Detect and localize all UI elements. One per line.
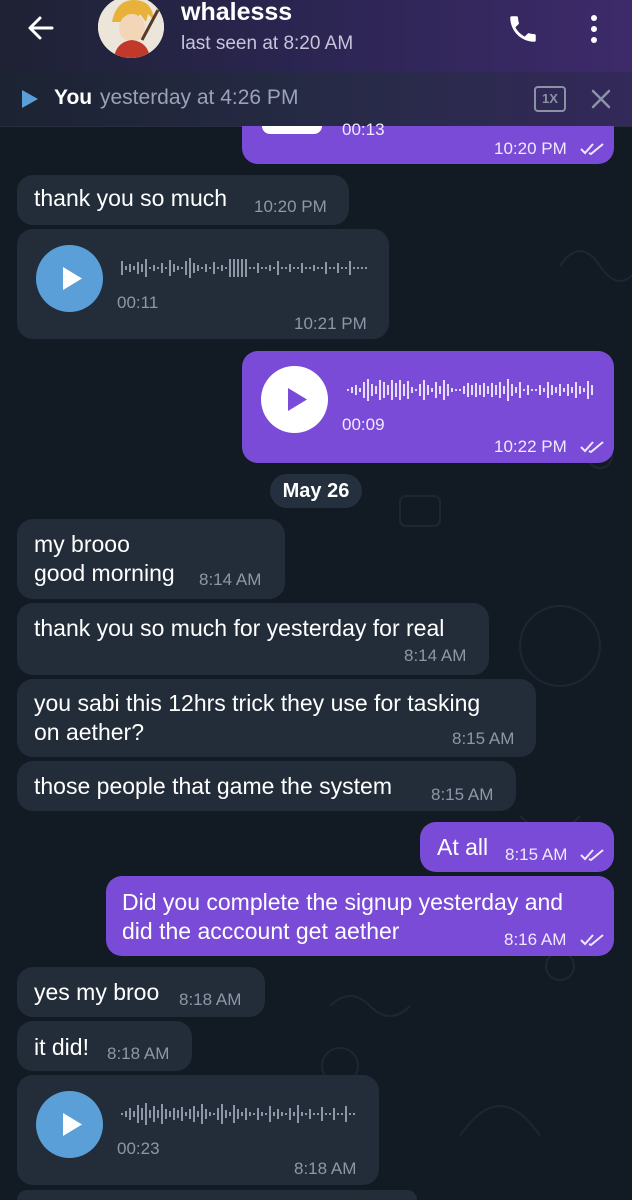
message-text: my brooo xyxy=(34,531,130,557)
date-separator: May 26 xyxy=(270,474,362,508)
message-text: on aether? xyxy=(34,719,144,745)
message-text: those people that game the system xyxy=(34,773,392,799)
voice-duration: 00:13 xyxy=(342,120,385,139)
voice-duration: 00:11 xyxy=(117,293,159,312)
read-checkmarks-icon xyxy=(580,848,606,867)
voice-waveform xyxy=(121,1103,355,1125)
audio-timestamp: yesterday at 4:26 PM xyxy=(100,86,299,109)
phone-icon[interactable] xyxy=(506,12,540,46)
voice-duration: 00:23 xyxy=(117,1139,160,1158)
message-time: 8:14 AM xyxy=(404,646,467,665)
voice-play-button[interactable] xyxy=(36,1091,103,1158)
voice-play-button[interactable] xyxy=(262,126,322,134)
message-time: 8:18 AM xyxy=(107,1044,170,1063)
voice-waveform xyxy=(347,379,593,401)
audio-author: You xyxy=(54,86,93,109)
message-time: 8:15 AM xyxy=(452,729,515,748)
read-checkmarks-icon xyxy=(580,142,606,161)
read-checkmarks-icon xyxy=(580,933,606,952)
last-seen-status: last seen at 8:20 AM xyxy=(181,33,354,54)
message-text: good morning xyxy=(34,560,175,586)
incoming-message[interactable] xyxy=(17,1190,417,1200)
voice-play-button[interactable] xyxy=(261,366,328,433)
message-time: 10:20 PM xyxy=(254,197,327,216)
message-time: 8:16 AM xyxy=(504,930,567,949)
message-text: thank you so much xyxy=(34,185,228,211)
message-text: you sabi this 12hrs trick they use for t… xyxy=(34,690,481,716)
message-time: 10:22 PM xyxy=(494,437,567,456)
message-time: 8:14 AM xyxy=(199,570,262,589)
voice-duration: 00:09 xyxy=(342,415,385,434)
back-arrow-icon[interactable] xyxy=(22,12,62,44)
play-icon[interactable] xyxy=(20,88,40,110)
close-icon[interactable] xyxy=(590,88,612,110)
message-text: At all xyxy=(437,834,489,860)
more-vertical-icon[interactable] xyxy=(582,12,606,46)
message-text: Did you complete the signup yesterday an… xyxy=(122,889,564,915)
message-time: 8:18 AM xyxy=(294,1159,357,1178)
message-text: it did! xyxy=(34,1034,89,1060)
message-text: thank you so much for yesterday for real xyxy=(34,615,445,641)
read-checkmarks-icon xyxy=(580,440,606,459)
message-text: did the acccount get aether xyxy=(122,918,400,944)
message-time: 8:15 AM xyxy=(505,845,568,864)
voice-play-button[interactable] xyxy=(36,245,103,312)
message-time: 8:18 AM xyxy=(179,990,242,1009)
message-time: 10:21 PM xyxy=(294,314,367,333)
message-time: 10:20 PM xyxy=(494,139,567,158)
playback-speed-button[interactable]: 1X xyxy=(534,86,566,112)
message-text: yes my broo xyxy=(34,979,160,1005)
contact-name[interactable]: whalesss xyxy=(181,0,292,27)
message-time: 8:15 AM xyxy=(431,785,494,804)
voice-waveform xyxy=(121,258,367,278)
